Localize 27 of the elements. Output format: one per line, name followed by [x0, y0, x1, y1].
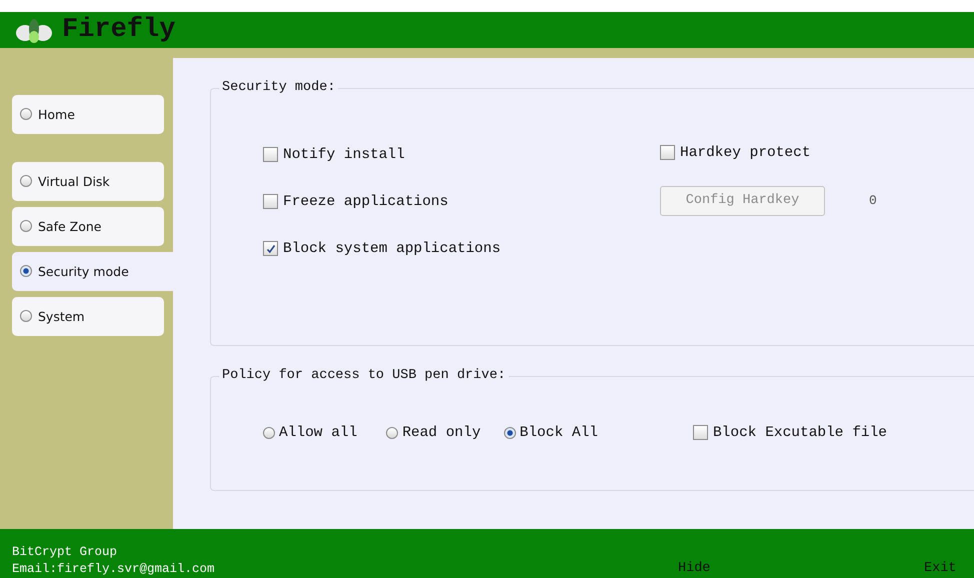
checkbox-option[interactable]: Block Excutable file: [692, 424, 888, 441]
hardkey-count: 0: [869, 193, 877, 208]
company-name: BitCrypt Group: [12, 544, 118, 561]
group-legend: Security mode:: [219, 80, 338, 95]
exit-button[interactable]: Exit: [924, 560, 956, 578]
contact-email: Email:firefly.svr@gmail.com: [12, 561, 216, 578]
app-title: Firefly: [62, 14, 176, 45]
checkbox-option[interactable]: Hardkey protect: [660, 144, 960, 161]
sidebar-item[interactable]: Virtual Disk: [12, 162, 164, 201]
sidebar-item[interactable]: Home: [12, 94, 164, 134]
checkbox-option[interactable]: Notify install: [263, 146, 660, 163]
sidebar-item[interactable]: System: [12, 296, 164, 336]
checkbox[interactable]: [660, 145, 675, 160]
group-legend: Policy for access to USB pen drive:: [219, 368, 509, 383]
checkmark-icon: [266, 244, 276, 254]
radio-option[interactable]: Read only: [386, 424, 481, 441]
hide-button[interactable]: Hide: [678, 560, 924, 578]
checkbox-option[interactable]: Freeze applications: [263, 194, 660, 210]
sidebar-item[interactable]: Safe Zone: [12, 206, 164, 246]
checkbox[interactable]: [263, 194, 278, 210]
sidebar-item[interactable]: Security mode: [12, 252, 173, 291]
radio-option[interactable]: Allow all: [263, 424, 358, 441]
checkbox[interactable]: [263, 147, 278, 162]
radio-option[interactable]: Block All: [504, 424, 598, 441]
checkbox[interactable]: [692, 425, 708, 440]
checkbox-option[interactable]: Block system applications: [263, 240, 660, 257]
checkbox[interactable]: [263, 241, 278, 256]
